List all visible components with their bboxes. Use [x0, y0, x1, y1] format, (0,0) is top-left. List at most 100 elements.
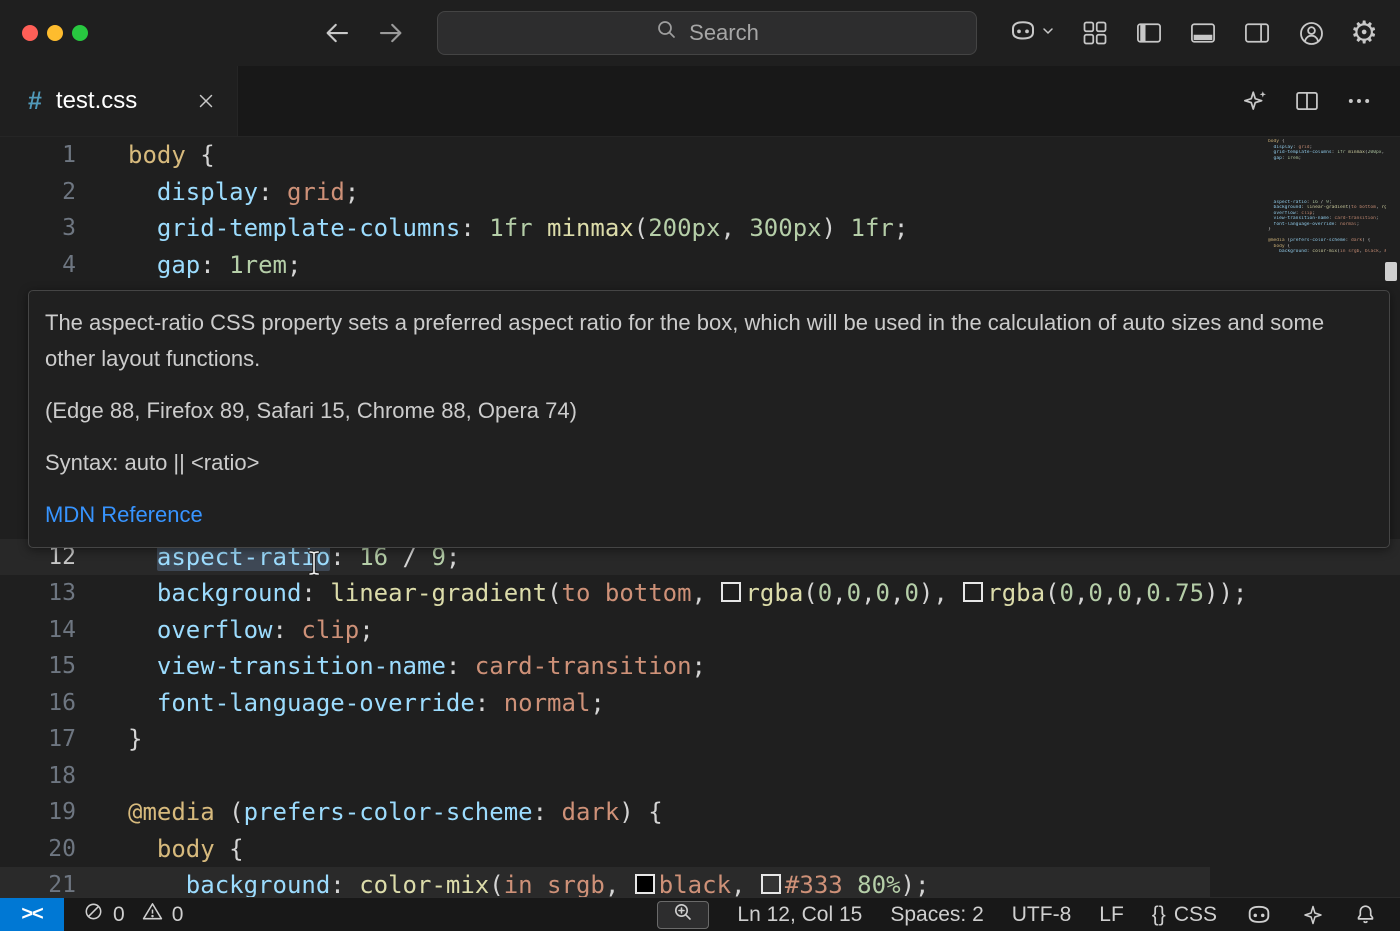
token: dark	[562, 798, 620, 826]
sparkle-status-icon[interactable]	[1301, 903, 1325, 927]
code-line[interactable]: 17}	[0, 721, 1400, 758]
token: view-transition-name	[157, 652, 446, 680]
token: body	[128, 141, 186, 169]
token: 0	[1088, 579, 1102, 607]
line-number[interactable]: 4	[0, 252, 76, 278]
token: ;	[590, 689, 604, 717]
statusbar-right: Ln 12, Col 15 Spaces: 2 UTF-8 LF {} CSS	[657, 901, 1400, 929]
token: :	[330, 871, 359, 897]
line-number[interactable]: 18	[0, 763, 76, 789]
token: {	[215, 835, 244, 863]
token: prefers-color-scheme	[244, 798, 533, 826]
minimize-window-button[interactable]	[47, 25, 63, 41]
token: card-transition	[475, 652, 692, 680]
encoding-status[interactable]: UTF-8	[1012, 903, 1072, 927]
color-swatch[interactable]	[963, 582, 983, 602]
account-icon[interactable]	[1296, 18, 1326, 48]
color-swatch[interactable]	[721, 582, 741, 602]
toggle-primary-sidebar-icon[interactable]	[1134, 18, 1164, 48]
scrollbar-thumb[interactable]	[1385, 262, 1397, 281]
code-text: body {	[128, 137, 215, 174]
close-window-button[interactable]	[22, 25, 38, 41]
language-label: CSS	[1174, 903, 1217, 927]
line-number[interactable]: 2	[0, 179, 76, 205]
copilot-menu-button[interactable]	[1008, 16, 1056, 51]
more-actions-icon[interactable]	[1344, 86, 1374, 116]
token: ;	[692, 652, 706, 680]
toggle-secondary-sidebar-icon[interactable]	[1242, 18, 1272, 48]
indentation-status[interactable]: Spaces: 2	[890, 903, 983, 927]
line-number[interactable]: 21	[0, 872, 76, 897]
token: :	[475, 689, 504, 717]
code-line[interactable]: 14 overflow: clip;	[0, 612, 1400, 649]
code-text: @media (prefers-color-scheme: dark) {	[128, 794, 663, 831]
color-swatch[interactable]	[635, 874, 655, 894]
titlebar: Search	[0, 0, 1400, 66]
split-editor-icon[interactable]	[1292, 86, 1322, 116]
line-number[interactable]: 14	[0, 617, 76, 643]
copilot-sparkle-icon[interactable]	[1240, 86, 1270, 116]
color-swatch[interactable]	[761, 874, 781, 894]
code-line[interactable]: 3 grid-template-columns: 1fr minmax(200p…	[0, 210, 1400, 247]
line-number[interactable]: 3	[0, 215, 76, 241]
code-line[interactable]: 2 display: grid;	[0, 174, 1400, 211]
code-line[interactable]: 4 gap: 1rem;	[0, 247, 1400, 284]
code-line[interactable]: 1 body {	[0, 137, 1400, 174]
zoom-status-item[interactable]	[657, 901, 709, 929]
line-number[interactable]: 13	[0, 580, 76, 606]
settings-gear-icon[interactable]: ⚙	[1350, 18, 1378, 49]
token: 0	[904, 579, 918, 607]
code-line[interactable]: 20 body {	[0, 831, 1400, 868]
line-number[interactable]: 19	[0, 799, 76, 825]
line-number[interactable]: 1	[0, 142, 76, 168]
cursor-position-status[interactable]: Ln 12, Col 15	[737, 903, 862, 927]
code-line[interactable]: 15 view-transition-name: card-transition…	[0, 648, 1400, 685]
line-number[interactable]: 15	[0, 653, 76, 679]
minimap[interactable]: body { display: grid; grid-template-colu…	[1268, 139, 1386, 255]
customize-layout-icon[interactable]	[1080, 18, 1110, 48]
token: rgba	[987, 579, 1045, 607]
close-tab-icon[interactable]	[195, 90, 217, 112]
code-text: view-transition-name: card-transition;	[128, 648, 706, 685]
problems-status[interactable]: 0 0	[82, 900, 191, 929]
copilot-status-icon[interactable]	[1245, 901, 1273, 929]
code-text: gap: 1rem;	[128, 247, 301, 284]
token: rgba	[745, 579, 803, 607]
mdn-reference-link[interactable]: MDN Reference	[45, 497, 203, 533]
token: :	[273, 616, 302, 644]
token: 0	[818, 579, 832, 607]
titlebar-actions: ⚙	[1008, 16, 1378, 51]
code-text: overflow: clip;	[128, 612, 374, 649]
token: ,	[1103, 579, 1117, 607]
search-box[interactable]: Search	[437, 11, 977, 55]
remote-indicator[interactable]: ><	[0, 898, 64, 931]
line-number[interactable]: 20	[0, 836, 76, 862]
token: :	[533, 798, 562, 826]
back-arrow-icon[interactable]	[322, 18, 352, 48]
traffic-lights	[22, 25, 88, 41]
token: );	[901, 871, 930, 897]
eol-status[interactable]: LF	[1099, 903, 1124, 927]
code-line[interactable]: 19 @media (prefers-color-scheme: dark) {	[0, 794, 1400, 831]
minimap-line: background: color-mix(in srgb, black, #3…	[1268, 249, 1386, 255]
maximize-window-button[interactable]	[72, 25, 88, 41]
forward-arrow-icon[interactable]	[376, 18, 406, 48]
line-number[interactable]: 17	[0, 726, 76, 752]
token: :	[446, 652, 475, 680]
tab-test-css[interactable]: # test.css	[0, 66, 238, 136]
line-number[interactable]: 16	[0, 690, 76, 716]
token: ;	[345, 178, 359, 206]
code-line[interactable]: 21 background: color-mix(in srgb, black,…	[0, 867, 1400, 897]
search-icon	[655, 18, 679, 48]
toggle-panel-icon[interactable]	[1188, 18, 1218, 48]
token	[128, 214, 157, 242]
code-line[interactable]: 16 font-language-override: normal;	[0, 685, 1400, 722]
code-line[interactable]: 13 background: linear-gradient(to bottom…	[0, 575, 1400, 612]
code-text: background: color-mix(in srgb, black, #3…	[128, 867, 929, 897]
token: 0.75	[1146, 579, 1204, 607]
notifications-bell-icon[interactable]	[1353, 902, 1378, 927]
token: body	[157, 835, 215, 863]
code-text: grid-template-columns: 1fr minmax(200px,…	[128, 210, 908, 247]
code-line[interactable]: 18	[0, 758, 1400, 795]
language-mode-status[interactable]: {} CSS	[1152, 903, 1217, 927]
